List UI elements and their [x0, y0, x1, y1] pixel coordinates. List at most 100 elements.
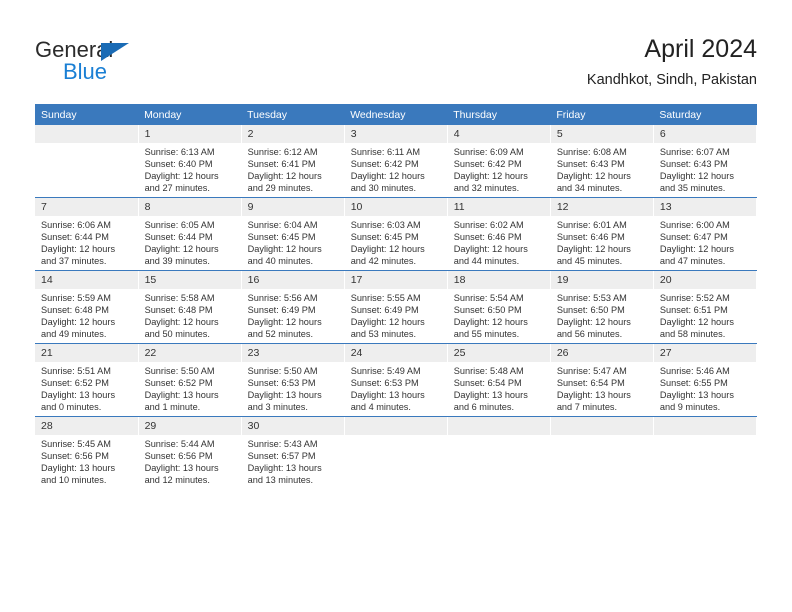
- day-cell[interactable]: 5 Sunrise: 6:08 AM Sunset: 6:43 PM Daylight…: [550, 125, 653, 197]
- sunrise-text: Sunrise: 5:47 AM: [556, 366, 627, 376]
- day-cell[interactable]: 25 Sunrise: 5:48 AM Sunset: 6:54 PM Dayligh…: [447, 344, 550, 416]
- day-number: 10: [344, 198, 447, 216]
- daylight-2-text: and 35 minutes.: [659, 183, 726, 194]
- sunrise-text: Sunrise: 5:45 AM: [41, 439, 111, 449]
- daylight-2-text: and 55 minutes.: [453, 329, 520, 340]
- daylight-2-text: and 34 minutes.: [556, 183, 623, 194]
- day-details: Sunrise: 5:59 AM Sunset: 6:48 PM Daylight:…: [35, 289, 138, 340]
- page-header: General Blue April 2024 Kandhkot, Sindh,…: [0, 0, 792, 100]
- day-number: [447, 417, 550, 435]
- daylight-1-text: Daylight: 13 hours: [144, 390, 219, 401]
- day-cell[interactable]: 13 Sunrise: 6:00 AM Sunset: 6:47 PM Dayligh…: [653, 198, 756, 270]
- day-cell[interactable]: 8 Sunrise: 6:05 AM Sunset: 6:44 PM Daylight…: [138, 198, 241, 270]
- day-details: Sunrise: 5:46 AM Sunset: 6:55 PM Daylight:…: [654, 362, 756, 413]
- calendar-cell: 30 Sunrise: 5:43 AM Sunset: 6:57 PM Dayligh…: [241, 417, 345, 489]
- day-cell[interactable]: 4 Sunrise: 6:09 AM Sunset: 6:42 PM Daylight…: [447, 125, 550, 197]
- daylight-2-text: and 30 minutes.: [350, 183, 417, 194]
- daylight-2-text: and 32 minutes.: [453, 183, 520, 194]
- daylight-1-text: Daylight: 12 hours: [41, 317, 116, 328]
- page-title: April 2024: [644, 35, 757, 63]
- day-details: Sunrise: 5:51 AM Sunset: 6:52 PM Daylight:…: [35, 362, 138, 413]
- daylight-1-text: Daylight: 13 hours: [350, 390, 425, 401]
- location-subtitle: Kandhkot, Sindh, Pakistan: [586, 72, 757, 88]
- calendar-header-row: Sunday Monday Tuesday Wednesday Thursday Frid…: [35, 104, 757, 125]
- sunset-text: Sunset: 6:57 PM: [247, 451, 316, 462]
- sunset-text: Sunset: 6:49 PM: [350, 305, 419, 316]
- day-cell[interactable]: 1 Sunrise: 6:13 AM Sunset: 6:40 PM Daylight…: [138, 125, 241, 197]
- day-cell[interactable]: 20 Sunrise: 5:52 AM Sunset: 6:51 PM Dayligh…: [653, 271, 756, 343]
- day-cell[interactable]: 26 Sunrise: 5:47 AM Sunset: 6:54 PM Dayligh…: [550, 344, 653, 416]
- day-number: 29: [138, 417, 241, 435]
- daylight-2-text: and 3 minutes.: [247, 402, 308, 413]
- day-cell[interactable]: 16 Sunrise: 5:56 AM Sunset: 6:49 PM Dayligh…: [241, 271, 344, 343]
- sunset-text: Sunset: 6:42 PM: [453, 159, 522, 170]
- day-details: Sunrise: 5:45 AM Sunset: 6:56 PM Daylight:…: [35, 435, 138, 486]
- day-cell[interactable]: 29 Sunrise: 5:44 AM Sunset: 6:56 PM Dayligh…: [138, 417, 241, 489]
- day-cell[interactable]: 9 Sunrise: 6:04 AM Sunset: 6:45 PM Daylight…: [241, 198, 344, 270]
- day-cell[interactable]: 18 Sunrise: 5:54 AM Sunset: 6:50 PM Dayligh…: [447, 271, 550, 343]
- day-cell[interactable]: 27 Sunrise: 5:46 AM Sunset: 6:55 PM Dayligh…: [653, 344, 756, 416]
- sunrise-text: Sunrise: 5:54 AM: [453, 293, 524, 303]
- sunrise-text: Sunrise: 5:43 AM: [247, 439, 318, 449]
- day-cell[interactable]: 21 Sunrise: 5:51 AM Sunset: 6:52 PM Dayligh…: [35, 344, 138, 416]
- day-cell[interactable]: 14 Sunrise: 5:59 AM Sunset: 6:48 PM Dayligh…: [35, 271, 138, 343]
- day-cell[interactable]: 22 Sunrise: 5:50 AM Sunset: 6:52 PM Dayligh…: [138, 344, 241, 416]
- day-details: Sunrise: 6:06 AM Sunset: 6:44 PM Daylight:…: [35, 216, 138, 267]
- weekday-header-thursday: Thursday: [447, 104, 551, 125]
- day-cell[interactable]: 3 Sunrise: 6:11 AM Sunset: 6:42 PM Daylight…: [344, 125, 447, 197]
- sunset-text: Sunset: 6:52 PM: [144, 378, 213, 389]
- day-details: Sunrise: 5:48 AM Sunset: 6:54 PM Daylight:…: [448, 362, 550, 413]
- day-cell[interactable]: 10 Sunrise: 6:03 AM Sunset: 6:45 PM Dayligh…: [344, 198, 447, 270]
- day-cell[interactable]: 30 Sunrise: 5:43 AM Sunset: 6:57 PM Dayligh…: [241, 417, 344, 489]
- day-cell[interactable]: 24 Sunrise: 5:49 AM Sunset: 6:53 PM Dayligh…: [344, 344, 447, 416]
- day-cell[interactable]: 7 Sunrise: 6:06 AM Sunset: 6:44 PM Daylight…: [35, 198, 138, 270]
- daylight-1-text: Daylight: 12 hours: [453, 244, 528, 255]
- daylight-2-text: and 1 minute.: [144, 402, 201, 413]
- calendar-table: Sunday Monday Tuesday Wednesday Thursday Frid…: [35, 104, 758, 489]
- day-number: 28: [35, 417, 138, 435]
- daylight-2-text: and 52 minutes.: [247, 329, 314, 340]
- daylight-1-text: Daylight: 12 hours: [247, 317, 322, 328]
- sunrise-text: Sunrise: 6:03 AM: [350, 220, 421, 230]
- sunset-text: Sunset: 6:47 PM: [659, 232, 728, 243]
- day-number: 17: [344, 271, 447, 289]
- calendar-cell: 11 Sunrise: 6:02 AM Sunset: 6:46 PM Dayligh…: [447, 198, 551, 270]
- day-cell-empty: [550, 417, 653, 489]
- day-details: Sunrise: 5:53 AM Sunset: 6:50 PM Daylight:…: [551, 289, 653, 340]
- day-details: Sunrise: 5:50 AM Sunset: 6:53 PM Daylight:…: [242, 362, 344, 413]
- daylight-2-text: and 47 minutes.: [659, 256, 726, 267]
- day-cell[interactable]: 12 Sunrise: 6:01 AM Sunset: 6:46 PM Dayligh…: [550, 198, 653, 270]
- day-number: 3: [344, 125, 447, 143]
- daylight-2-text: and 49 minutes.: [41, 329, 107, 340]
- calendar-cell: 19 Sunrise: 5:53 AM Sunset: 6:50 PM Dayligh…: [550, 271, 654, 343]
- sunset-text: Sunset: 6:44 PM: [144, 232, 213, 243]
- sunset-text: Sunset: 6:46 PM: [556, 232, 625, 243]
- day-cell[interactable]: 23 Sunrise: 5:50 AM Sunset: 6:53 PM Dayligh…: [241, 344, 344, 416]
- day-number: 21: [35, 344, 138, 362]
- sunrise-text: Sunrise: 6:08 AM: [556, 147, 627, 157]
- day-cell[interactable]: 15 Sunrise: 5:58 AM Sunset: 6:48 PM Dayligh…: [138, 271, 241, 343]
- weekday-header-wednesday: Wednesday: [344, 104, 448, 125]
- day-cell[interactable]: 19 Sunrise: 5:53 AM Sunset: 6:50 PM Dayligh…: [550, 271, 653, 343]
- day-cell-empty: [35, 125, 138, 197]
- day-details: Sunrise: 5:54 AM Sunset: 6:50 PM Daylight:…: [448, 289, 550, 340]
- day-cell[interactable]: 11 Sunrise: 6:02 AM Sunset: 6:46 PM Dayligh…: [447, 198, 550, 270]
- calendar-cell: [344, 417, 448, 489]
- calendar-cell: [447, 417, 551, 489]
- calendar-week-row: 21 Sunrise: 5:51 AM Sunset: 6:52 PM Dayligh…: [35, 344, 758, 416]
- day-number: 26: [550, 344, 653, 362]
- day-details: Sunrise: 6:11 AM Sunset: 6:42 PM Daylight:…: [345, 143, 447, 194]
- daylight-2-text: and 13 minutes.: [247, 475, 314, 486]
- sunrise-text: Sunrise: 6:06 AM: [41, 220, 111, 230]
- day-cell[interactable]: 2 Sunrise: 6:12 AM Sunset: 6:41 PM Daylight…: [241, 125, 344, 197]
- sunset-text: Sunset: 6:52 PM: [41, 378, 109, 389]
- day-cell[interactable]: 28 Sunrise: 5:45 AM Sunset: 6:56 PM Dayligh…: [35, 417, 138, 489]
- day-cell[interactable]: 17 Sunrise: 5:55 AM Sunset: 6:49 PM Dayligh…: [344, 271, 447, 343]
- daylight-2-text: and 53 minutes.: [350, 329, 417, 340]
- day-number: 4: [447, 125, 550, 143]
- sunset-text: Sunset: 6:53 PM: [247, 378, 316, 389]
- general-blue-logo[interactable]: General Blue: [35, 38, 235, 86]
- daylight-2-text: and 37 minutes.: [41, 256, 107, 267]
- calendar-cell: 17 Sunrise: 5:55 AM Sunset: 6:49 PM Dayligh…: [344, 271, 448, 343]
- day-cell[interactable]: 6 Sunrise: 6:07 AM Sunset: 6:43 PM Daylight…: [653, 125, 756, 197]
